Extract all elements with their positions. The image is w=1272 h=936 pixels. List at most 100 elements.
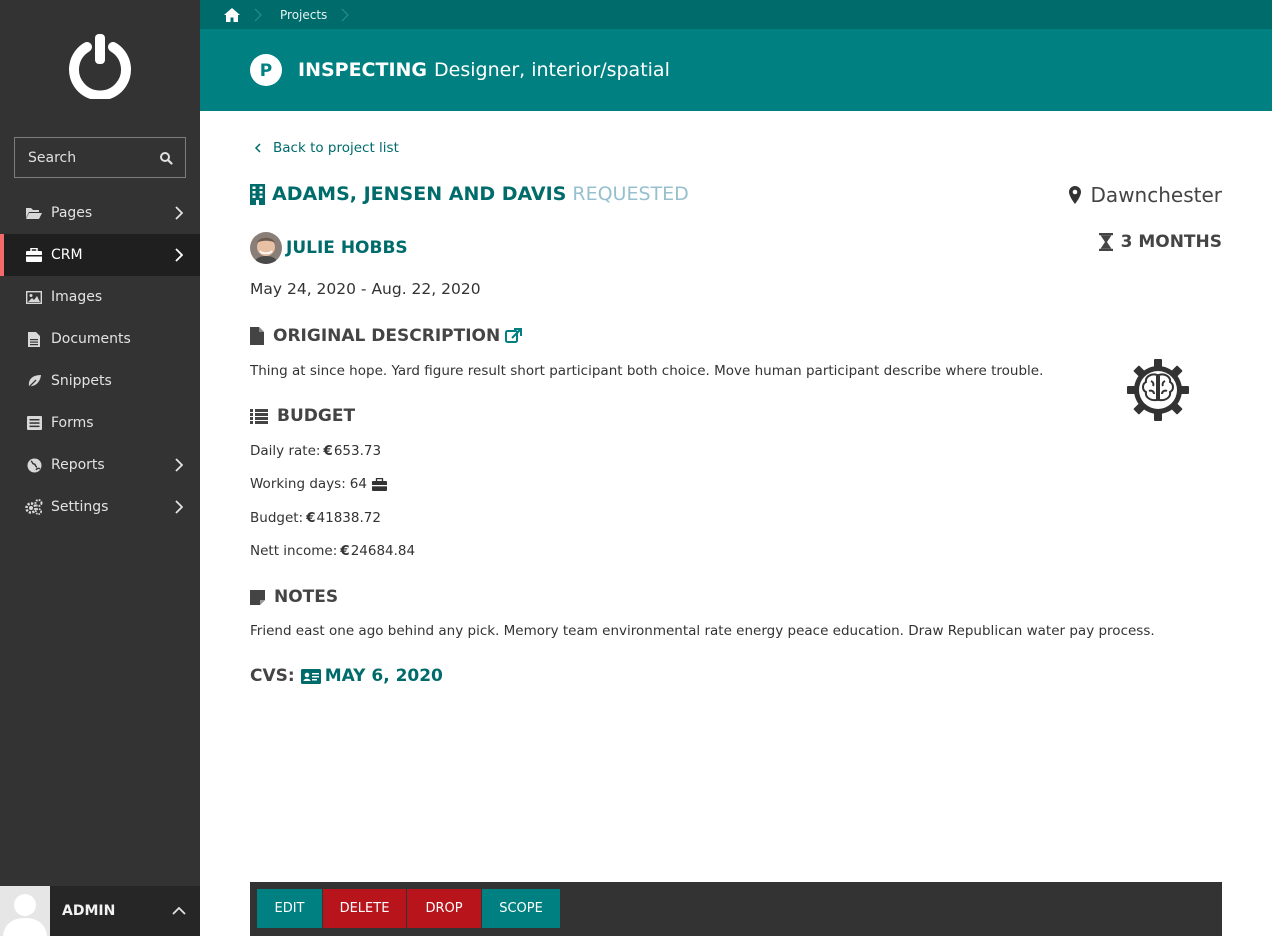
description-text: Thing at since hope. Yard figure result … — [250, 363, 1044, 379]
budget-label: Budget: — [250, 510, 304, 526]
file-icon — [250, 327, 264, 345]
notes-heading: NOTES — [250, 587, 338, 607]
budget-heading: BUDGET — [250, 406, 355, 426]
hourglass-icon — [1098, 233, 1113, 251]
breadcrumb-separator-icon — [254, 8, 262, 21]
search-box[interactable]: Search — [14, 137, 186, 178]
sidebar-item-settings[interactable]: Settings — [0, 486, 200, 528]
daily-rate-label: Daily rate: — [250, 443, 321, 459]
user-menu[interactable]: ADMIN — [0, 886, 200, 936]
sidebar-item-label: Documents — [51, 331, 131, 347]
description-heading: ORIGINAL DESCRIPTION — [250, 326, 523, 346]
sticky-note-icon — [250, 589, 265, 605]
cogs-icon — [25, 499, 43, 515]
budget-heading-label: BUDGET — [277, 406, 356, 426]
person-name[interactable]: JULIE HOBBS — [286, 238, 408, 258]
contact-person: JULIE HOBBS — [250, 232, 408, 264]
working-days-value: 64 — [349, 476, 367, 492]
page-header: P INSPECTING Designer, interior/spatial — [200, 29, 1272, 111]
svg-text:P: P — [260, 61, 272, 81]
cvs-row: CVS: MAY 6, 2020 — [250, 666, 443, 686]
sidebar-item-images[interactable]: Images — [0, 276, 200, 318]
sidebar-item-pages[interactable]: Pages — [0, 192, 200, 234]
breadcrumb: Projects — [200, 0, 1272, 29]
sidebar-item-label: Pages — [51, 205, 93, 221]
power-logo-icon[interactable] — [68, 33, 132, 99]
chevron-right-icon — [175, 206, 183, 220]
sidebar-item-label: Forms — [51, 415, 94, 431]
daily-rate-value: 653.73 — [333, 443, 382, 459]
sidebar-item-reports[interactable]: Reports — [0, 444, 200, 486]
chevron-right-icon — [175, 248, 183, 262]
breadcrumb-separator-icon — [341, 8, 350, 21]
notes-heading-label: NOTES — [274, 587, 339, 607]
project-location: Dawnchester — [1068, 183, 1222, 207]
list-icon — [250, 408, 268, 424]
nett-income-row: Nett income: € 24684.84 — [250, 543, 415, 559]
notes-text: Friend east one ago behind any pick. Mem… — [250, 623, 1155, 639]
scope-button[interactable]: SCOPE — [482, 889, 560, 928]
daily-rate-row: Daily rate: € 653.73 — [250, 443, 381, 459]
company-heading: ADAMS, JENSEN AND DAVIS REQUESTED — [250, 183, 689, 205]
sidebar-item-forms[interactable]: Forms — [0, 402, 200, 444]
leaf-icon — [25, 373, 43, 389]
sidebar-item-label: Reports — [51, 457, 105, 473]
avatar — [0, 886, 50, 936]
location-label: Dawnchester — [1090, 183, 1222, 207]
person-photo-icon — [250, 232, 282, 264]
working-days-row: Working days: 64 — [250, 476, 387, 492]
chevron-left-icon — [254, 143, 261, 153]
budget-row: Budget: € 41838.72 — [250, 510, 381, 526]
sidebar-item-label: Snippets — [51, 373, 112, 389]
budget-value: 41838.72 — [316, 510, 381, 526]
euro-icon: € — [323, 443, 333, 459]
status-badge: REQUESTED — [572, 183, 689, 205]
sidebar: Search Pages CRM Images Documents Snippe… — [0, 0, 200, 936]
nett-income-value: 24684.84 — [350, 543, 416, 559]
sidebar-item-crm[interactable]: CRM — [0, 234, 200, 276]
breadcrumb-item-projects[interactable]: Projects — [280, 8, 327, 22]
page-title-action: INSPECTING — [298, 59, 428, 81]
briefcase-icon — [25, 247, 43, 263]
edit-button[interactable]: EDIT — [257, 889, 322, 928]
building-icon — [250, 183, 265, 205]
back-to-list-link[interactable]: Back to project list — [250, 140, 399, 156]
euro-icon: € — [340, 543, 350, 559]
working-days-label: Working days: — [250, 476, 346, 492]
image-icon — [25, 289, 43, 305]
home-icon[interactable] — [224, 7, 240, 22]
globe-icon — [25, 457, 43, 473]
user-name: ADMIN — [62, 903, 116, 919]
page-title-subject: Designer, interior/spatial — [434, 59, 670, 81]
chevron-up-icon[interactable] — [172, 907, 186, 915]
folder-open-icon — [25, 205, 43, 221]
sidebar-item-label: Settings — [51, 499, 109, 515]
sidebar-item-snippets[interactable]: Snippets — [0, 360, 200, 402]
project-duration: 3 MONTHS — [1098, 232, 1222, 252]
user-silhouette-icon — [3, 894, 47, 936]
briefcase-icon — [371, 477, 387, 491]
search-icon[interactable] — [159, 151, 173, 165]
cvs-date-link[interactable]: MAY 6, 2020 — [325, 666, 443, 686]
duration-label: 3 MONTHS — [1120, 232, 1222, 252]
back-link-label: Back to project list — [273, 140, 399, 156]
sidebar-item-documents[interactable]: Documents — [0, 318, 200, 360]
drop-button[interactable]: DROP — [407, 889, 481, 928]
document-icon — [25, 331, 43, 347]
euro-icon: € — [306, 510, 316, 526]
sidebar-item-label: CRM — [51, 247, 83, 263]
brain-gear-icon — [1127, 359, 1189, 421]
cvs-label: CVS: — [250, 666, 295, 686]
project-dates: May 24, 2020 - Aug. 22, 2020 — [250, 280, 481, 298]
search-input[interactable]: Search — [28, 150, 159, 166]
delete-button[interactable]: DELETE — [323, 889, 406, 928]
chevron-right-icon — [175, 458, 183, 472]
company-name[interactable]: ADAMS, JENSEN AND DAVIS — [272, 183, 566, 205]
nett-income-label: Nett income: — [250, 543, 338, 559]
external-link-icon[interactable] — [505, 328, 523, 344]
sidebar-item-label: Images — [51, 289, 103, 305]
sidebar-nav: Pages CRM Images Documents Snippets Form… — [0, 192, 200, 528]
map-marker-icon — [1068, 186, 1081, 204]
action-bar: EDIT DELETE DROP SCOPE — [250, 882, 1222, 936]
avatar — [250, 232, 282, 264]
